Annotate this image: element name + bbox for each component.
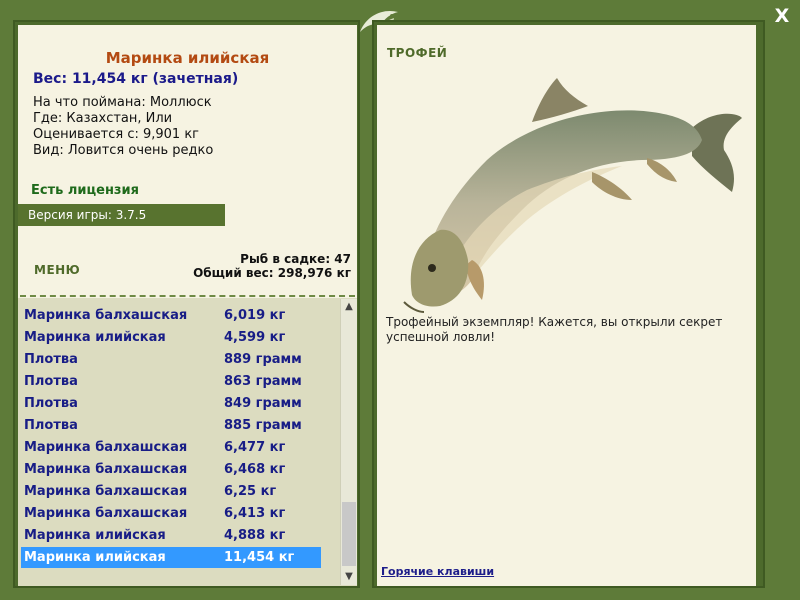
trophy-message: Трофейный экземпляр! Кажется, вы открыли… <box>386 315 723 344</box>
fish-title: Маринка илийская <box>105 49 270 67</box>
fish-weight: Вес: 11,454 кг (зачетная) <box>33 71 239 87</box>
rarity-info: Вид: Ловится очень редко <box>33 143 214 158</box>
catch-list-row[interactable]: Плотва 885 грамм <box>21 415 321 436</box>
scroll-thumb[interactable] <box>342 502 356 566</box>
divider <box>20 295 355 297</box>
trophy-panel: ТРОФЕЙ Трофейный экземпляр! Кажется, вы … <box>377 25 756 586</box>
catch-fish-weight: 889 грамм <box>224 352 302 367</box>
catch-list-row[interactable]: Маринка балхашская 6,019 кг <box>21 305 321 326</box>
scrollbar[interactable]: ▲ ▼ <box>340 299 357 585</box>
catch-fish-name: Плотва <box>24 396 78 411</box>
catch-fish-name: Плотва <box>24 418 78 433</box>
catch-fish-name: Маринка балхашская <box>24 308 188 323</box>
catch-list-row[interactable]: Плотва 849 грамм <box>21 393 321 414</box>
catch-fish-name: Маринка балхашская <box>24 506 188 521</box>
catch-fish-weight: 6,477 кг <box>224 440 286 455</box>
catch-list-row[interactable]: Маринка балхашская 6,468 кг <box>21 459 321 480</box>
catch-fish-weight: 4,599 кг <box>224 330 286 345</box>
catch-list-row[interactable]: Маринка илийская 11,454 кг <box>21 547 321 568</box>
location-info: Где: Казахстан, Или <box>33 111 173 126</box>
hotkeys-link[interactable]: Горячие клавиши <box>381 565 494 578</box>
catch-fish-weight: 6,413 кг <box>224 506 286 521</box>
catch-fish-weight: 863 грамм <box>224 374 302 389</box>
catch-fish-name: Маринка илийская <box>24 528 166 543</box>
valuation-info: Оценивается с: 9,901 кг <box>33 127 200 142</box>
catch-fish-name: Плотва <box>24 352 78 367</box>
bait-info: На что поймана: Моллюск <box>33 95 212 110</box>
catch-list-row[interactable]: Маринка балхашская 6,413 кг <box>21 503 321 524</box>
catch-fish-name: Маринка балхашская <box>24 462 188 477</box>
catch-list-row[interactable]: Маринка илийская 4,888 кг <box>21 525 321 546</box>
catch-list-row[interactable]: Плотва 889 грамм <box>21 349 321 370</box>
catch-fish-weight: 6,468 кг <box>224 462 286 477</box>
catch-fish-name: Маринка балхашская <box>24 484 188 499</box>
chevron-up-icon[interactable]: ▲ <box>341 299 357 315</box>
fish-info-panel: Маринка илийская Вес: 11,454 кг (зачетна… <box>18 25 357 586</box>
catch-fish-weight: 6,25 кг <box>224 484 277 499</box>
catch-fish-name: Маринка илийская <box>24 330 166 345</box>
catch-fish-weight: 11,454 кг <box>224 550 295 565</box>
keepnet-total-weight: Общий вес: 298,976 кг <box>193 266 351 280</box>
license-status: Есть лицензия <box>31 183 139 198</box>
catch-fish-name: Маринка балхашская <box>24 440 188 455</box>
catch-list[interactable]: Маринка балхашская 6,019 кг Маринка илийск… <box>18 298 357 586</box>
catch-fish-name: Маринка илийская <box>24 550 166 565</box>
close-button[interactable]: X <box>771 5 793 27</box>
chevron-down-icon[interactable]: ▼ <box>341 569 357 585</box>
catch-fish-weight: 4,888 кг <box>224 528 286 543</box>
keepnet-count: Рыб в садке: 47 <box>240 252 351 266</box>
catch-list-row[interactable]: Маринка илийская 4,599 кг <box>21 327 321 348</box>
keepnet-summary: Рыб в садке: 47 Общий вес: 298,976 кг <box>193 252 351 280</box>
catch-fish-weight: 849 грамм <box>224 396 302 411</box>
catch-list-row[interactable]: Маринка балхашская 6,477 кг <box>21 437 321 458</box>
catch-fish-weight: 6,019 кг <box>224 308 286 323</box>
version-bar: Версия игры: 3.7.5 <box>18 204 225 226</box>
fish-image <box>403 78 742 313</box>
catch-list-row[interactable]: Маринка балхашская 6,25 кг <box>21 481 321 502</box>
catch-list-row[interactable]: Плотва 863 грамм <box>21 371 321 392</box>
catch-fish-weight: 885 грамм <box>224 418 302 433</box>
menu-button[interactable]: МЕНЮ <box>34 263 80 277</box>
catch-fish-name: Плотва <box>24 374 78 389</box>
